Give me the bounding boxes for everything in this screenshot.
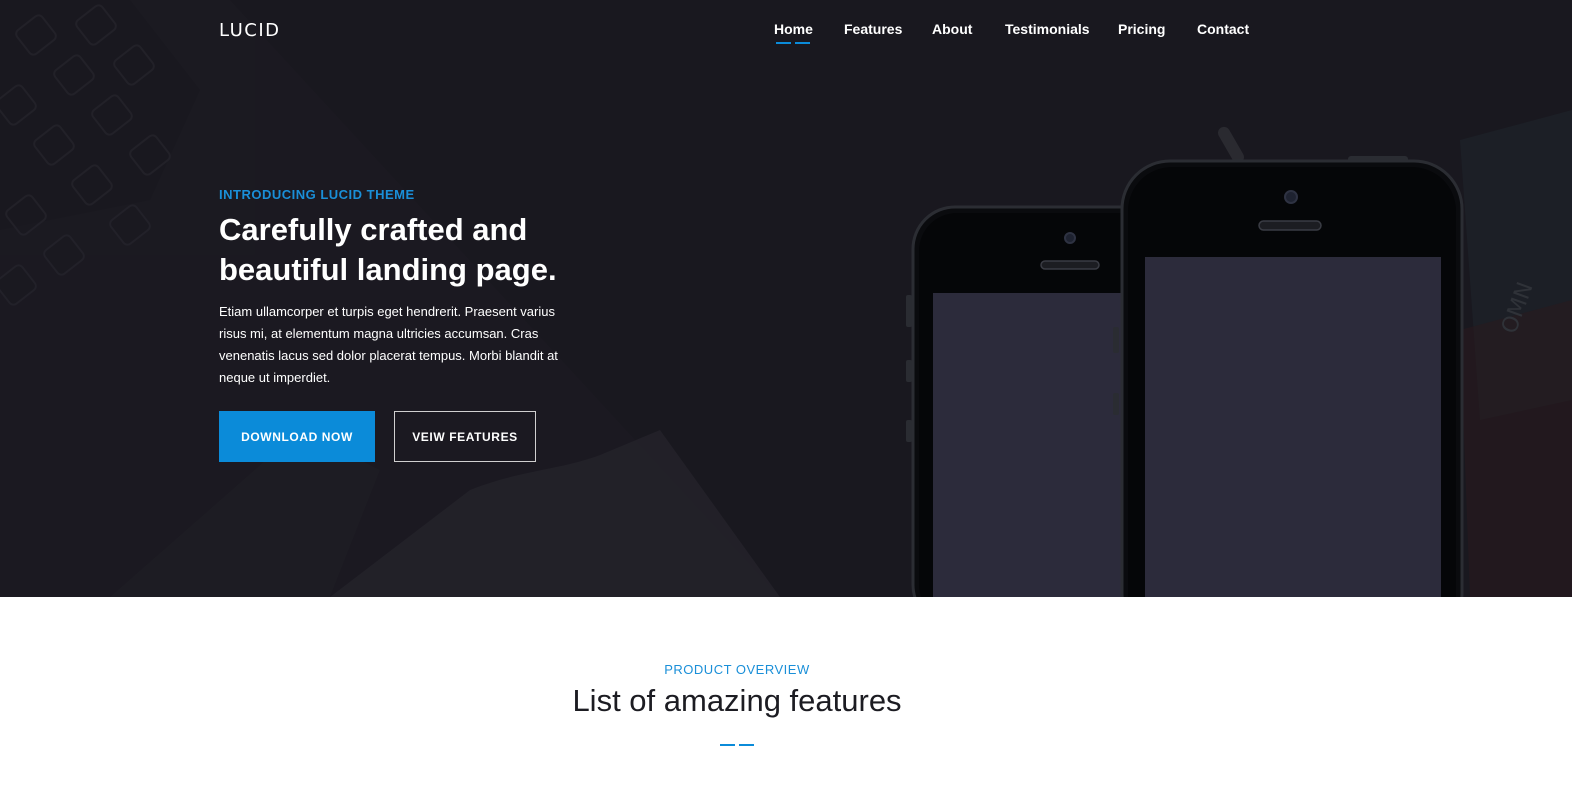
nav-item-features[interactable]: Features [844, 21, 902, 37]
view-features-button[interactable]: VEIW FEATURES [394, 411, 536, 462]
hero-section: OMN LUCID Home Features About Testimonia… [0, 0, 1572, 597]
section-divider [720, 744, 754, 746]
download-now-button[interactable]: DOWNLOAD NOW [219, 411, 375, 462]
phone-mockup-image [906, 156, 1464, 597]
nav-item-testimonials[interactable]: Testimonials [1005, 21, 1090, 37]
section-title: List of amazing features [572, 683, 902, 718]
hero-eyebrow: INTRODUCING LUCID THEME [219, 187, 415, 202]
nav-active-indicator [776, 42, 810, 44]
nav-item-pricing[interactable]: Pricing [1118, 21, 1165, 37]
features-section: PRODUCT OVERVIEW List of amazing feature… [0, 597, 1572, 795]
hero-lead-text: Etiam ullamcorper et turpis eget hendrer… [219, 304, 558, 385]
section-eyebrow: PRODUCT OVERVIEW [664, 662, 810, 677]
brand-logo[interactable]: LUCID [219, 20, 281, 41]
nav-item-home[interactable]: Home [774, 21, 813, 37]
nav-item-contact[interactable]: Contact [1197, 21, 1249, 37]
nav-item-about[interactable]: About [932, 21, 972, 37]
hero-headline: Carefully crafted and beautiful landing … [219, 212, 557, 287]
